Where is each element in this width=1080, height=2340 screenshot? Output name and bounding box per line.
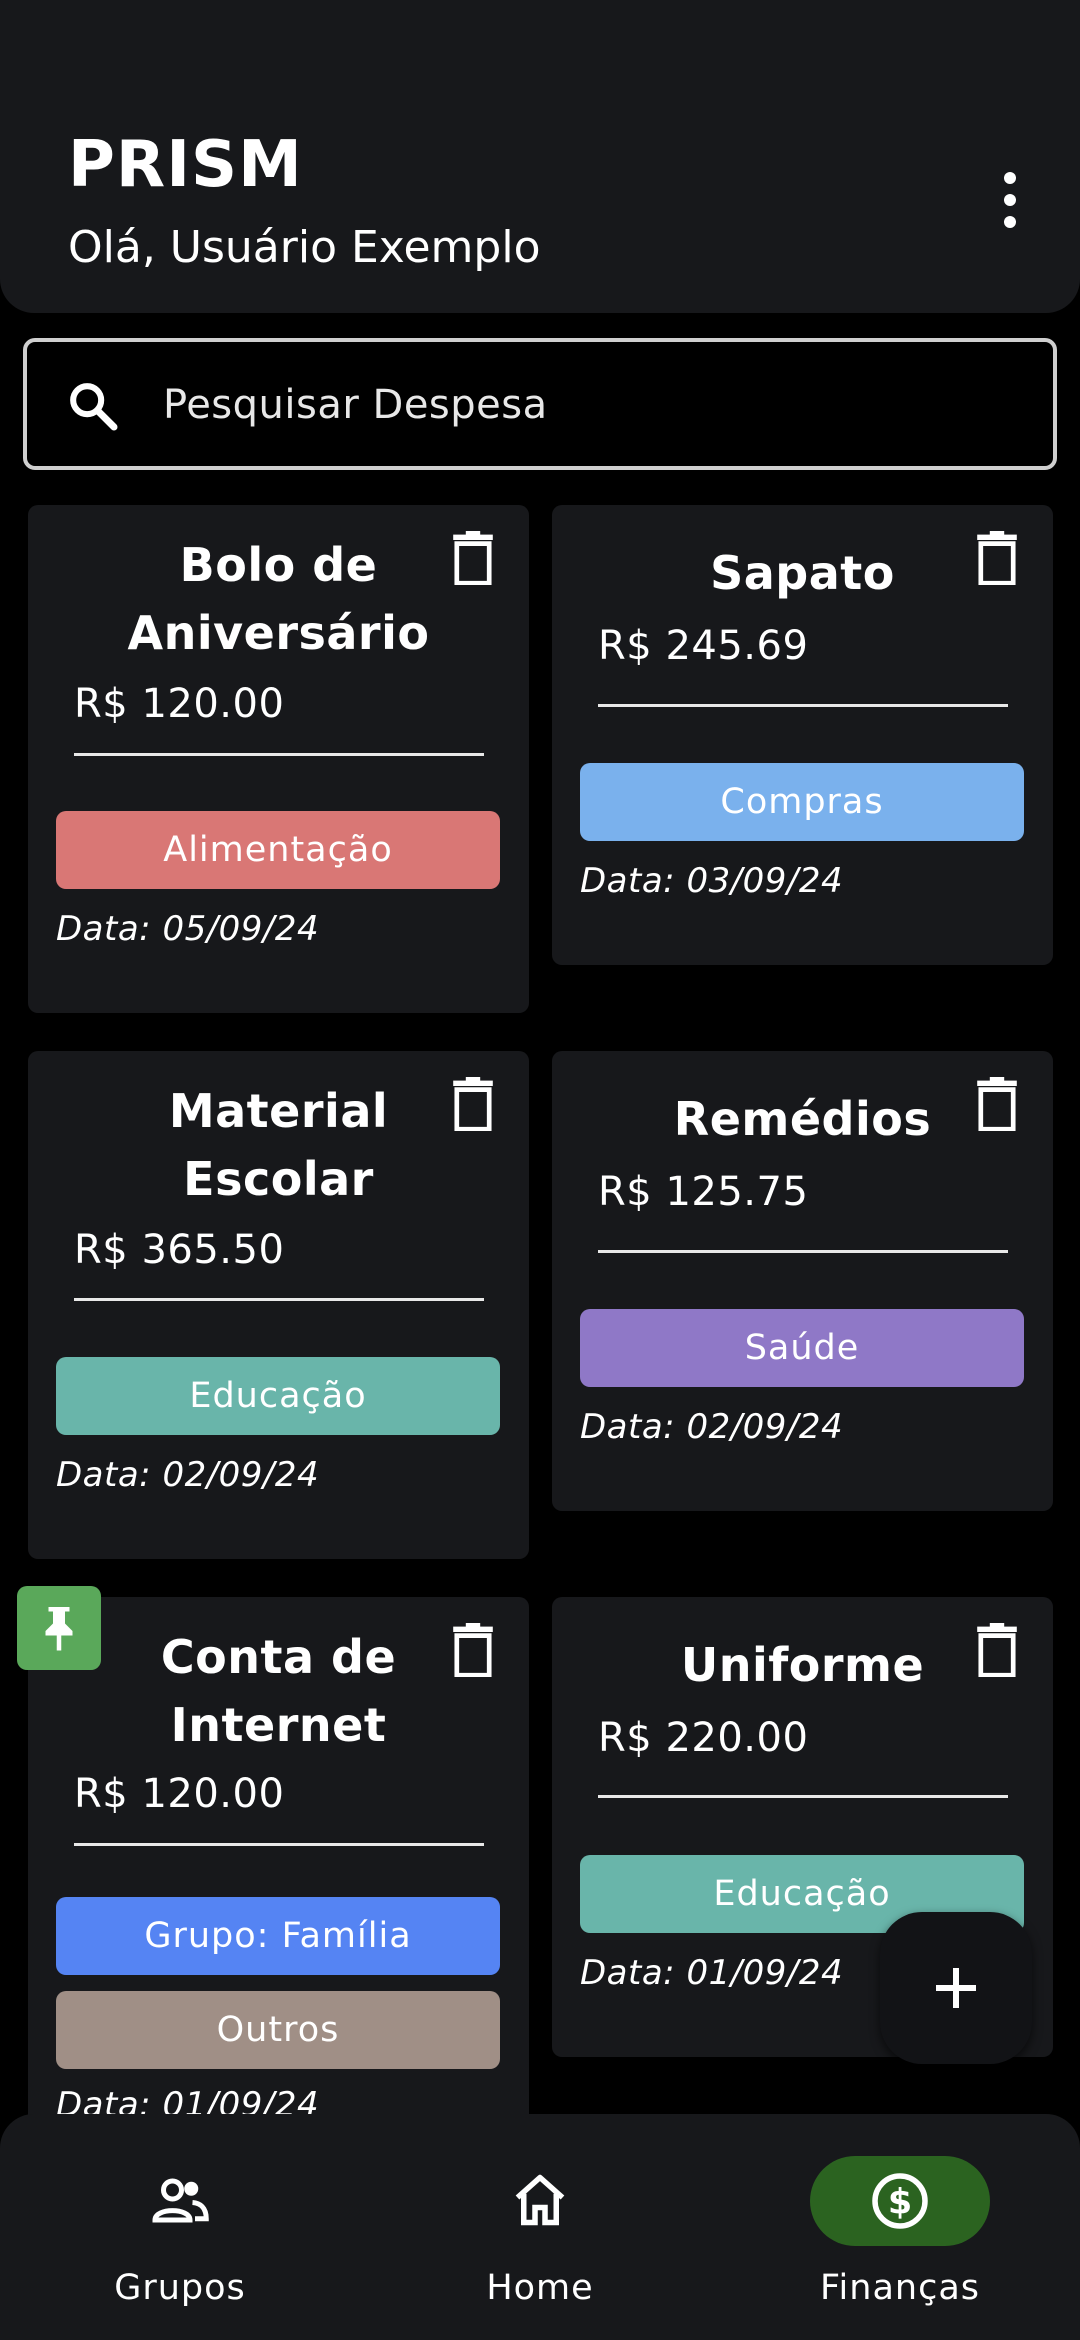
expense-card[interactable]: Bolo de Aniversário R$ 120.00 Alimentação… bbox=[28, 505, 529, 1013]
divider bbox=[74, 753, 484, 756]
expense-title: Conta de Internet bbox=[160, 1630, 397, 1752]
add-expense-button[interactable] bbox=[880, 1912, 1032, 2064]
category-tag: Saúde bbox=[580, 1309, 1024, 1387]
greeting-text: Olá, Usuário Exemplo bbox=[68, 222, 541, 273]
expense-amount: R$ 120.00 bbox=[74, 681, 285, 727]
expense-date: Data: 03/09/24 bbox=[580, 861, 844, 901]
expense-card[interactable]: Material Escolar R$ 365.50 Educação Data:… bbox=[28, 1051, 529, 1559]
category-tag: Compras bbox=[580, 763, 1024, 841]
expense-title: Remédios bbox=[673, 1092, 932, 1146]
group-tag: Grupo: Família bbox=[56, 1897, 500, 1975]
more-options-button[interactable] bbox=[994, 172, 1026, 230]
trash-icon[interactable] bbox=[451, 531, 495, 585]
trash-icon[interactable] bbox=[451, 1077, 495, 1131]
expense-title: Uniforme bbox=[680, 1638, 925, 1692]
expense-date: Data: 02/09/24 bbox=[56, 1455, 320, 1495]
expense-date: Data: 02/09/24 bbox=[580, 1407, 844, 1447]
trash-icon[interactable] bbox=[975, 1077, 1019, 1131]
pinned-badge bbox=[17, 1586, 101, 1670]
nav-item-home[interactable]: Home bbox=[420, 2156, 660, 2308]
expense-amount: R$ 365.50 bbox=[74, 1227, 285, 1273]
trash-icon[interactable] bbox=[451, 1623, 495, 1677]
search-icon bbox=[70, 383, 118, 431]
nav-item-grupos[interactable]: Grupos bbox=[60, 2156, 300, 2308]
pin-icon bbox=[45, 1607, 73, 1651]
expense-card[interactable]: Sapato R$ 245.69 Compras Data: 03/09/24 bbox=[552, 505, 1053, 965]
home-icon bbox=[515, 2174, 565, 2226]
expense-title: Bolo de Aniversário bbox=[127, 538, 430, 660]
groups-icon bbox=[152, 2178, 209, 2223]
expense-amount: R$ 120.00 bbox=[74, 1771, 285, 1817]
divider bbox=[598, 704, 1008, 707]
category-tag: Alimentação bbox=[56, 811, 500, 889]
app-title: PRISM bbox=[68, 128, 303, 202]
search-bar[interactable]: Pesquisar Despesa bbox=[23, 338, 1057, 470]
svg-text:$: $ bbox=[888, 2183, 912, 2223]
expense-title: Sapato bbox=[710, 546, 895, 600]
category-tag: Outros bbox=[56, 1991, 500, 2069]
expense-amount: R$ 125.75 bbox=[598, 1169, 809, 1215]
more-vert-icon bbox=[1004, 172, 1016, 184]
expense-amount: R$ 245.69 bbox=[598, 623, 809, 669]
divider bbox=[74, 1298, 484, 1301]
trash-icon[interactable] bbox=[975, 531, 1019, 585]
divider bbox=[598, 1795, 1008, 1798]
expense-title: Material Escolar bbox=[168, 1084, 389, 1206]
nav-label: Home bbox=[486, 2268, 594, 2308]
expense-amount: R$ 220.00 bbox=[598, 1715, 809, 1761]
category-tag: Educação bbox=[56, 1357, 500, 1435]
search-input[interactable]: Pesquisar Despesa bbox=[163, 382, 548, 428]
expense-card[interactable]: Conta de Internet R$ 120.00 Grupo: Famíli… bbox=[28, 1597, 529, 2125]
nav-item-financas[interactable]: $ Finanças bbox=[780, 2156, 1020, 2308]
expense-card[interactable]: Remédios R$ 125.75 Saúde Data: 02/09/24 bbox=[552, 1051, 1053, 1511]
expense-date: Data: 05/09/24 bbox=[56, 909, 320, 949]
divider bbox=[598, 1250, 1008, 1253]
divider bbox=[74, 1843, 484, 1846]
dollar-circle-icon: $ bbox=[872, 2173, 928, 2229]
plus-icon bbox=[936, 1968, 976, 2008]
nav-label: Grupos bbox=[114, 2268, 246, 2308]
app-header: PRISM Olá, Usuário Exemplo bbox=[0, 0, 1080, 313]
bottom-navigation: Grupos Home $ Finanças bbox=[0, 2114, 1080, 2340]
nav-label: Finanças bbox=[819, 2268, 981, 2308]
trash-icon[interactable] bbox=[975, 1623, 1019, 1677]
expense-date: Data: 01/09/24 bbox=[580, 1953, 844, 1993]
